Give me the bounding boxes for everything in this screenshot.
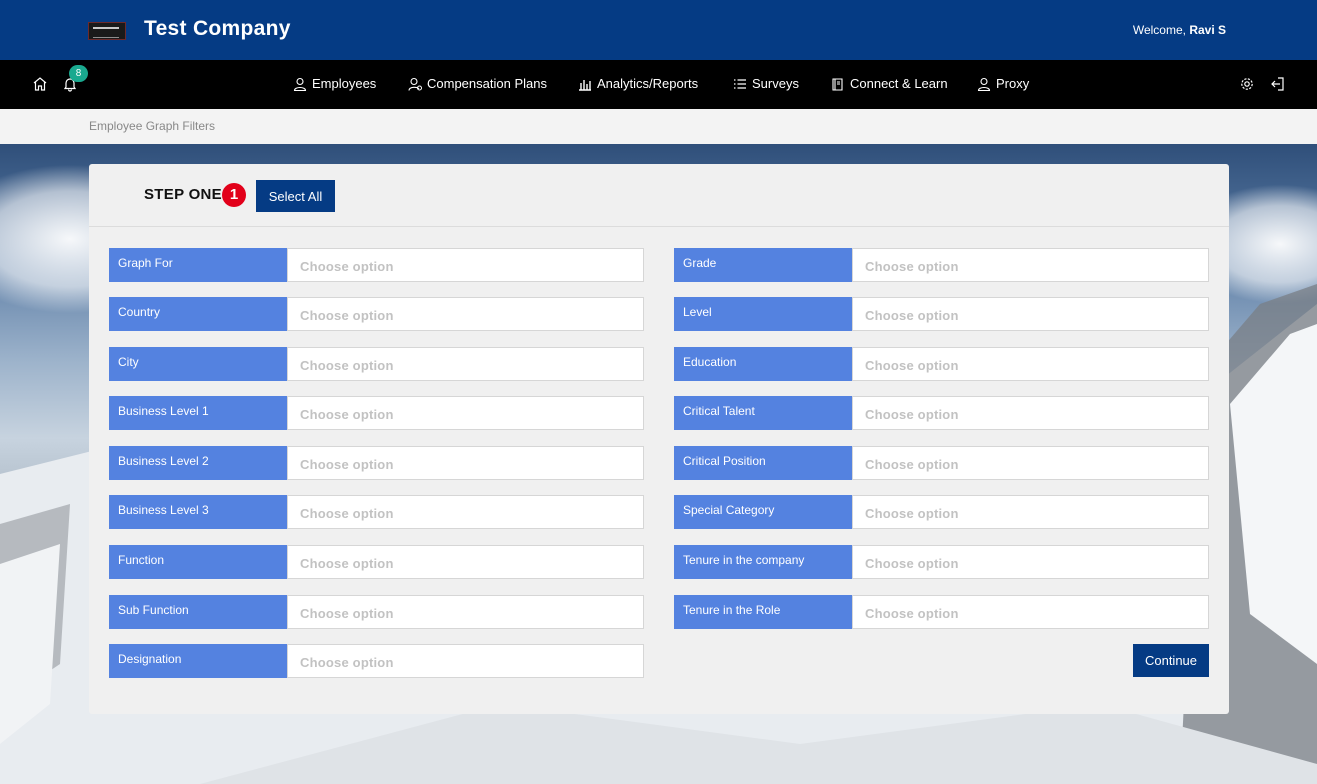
- grade-select[interactable]: Choose option: [852, 248, 1209, 282]
- filter-tenure-in-role: Tenure in the Role Choose option: [674, 595, 1209, 629]
- nav-item-surveys[interactable]: Surveys: [733, 76, 799, 91]
- filter-education: Education Choose option: [674, 347, 1209, 381]
- field-label: Grade: [674, 248, 852, 282]
- nav-item-proxy[interactable]: Proxy: [977, 76, 1029, 91]
- critical-talent-select[interactable]: Choose option: [852, 396, 1209, 430]
- city-select[interactable]: Choose option: [287, 347, 644, 381]
- card-header: STEP ONE 1 Select All: [89, 164, 1229, 227]
- book-icon: [832, 77, 843, 91]
- company-logo[interactable]: [88, 22, 126, 40]
- step-number-badge: 1: [222, 183, 246, 207]
- field-label: Graph For: [109, 248, 287, 282]
- field-label: Level: [674, 297, 852, 331]
- sub-function-select[interactable]: Choose option: [287, 595, 644, 629]
- nav-item-label: Compensation Plans: [427, 76, 547, 91]
- business-level-3-select[interactable]: Choose option: [287, 495, 644, 529]
- top-header: Test Company Welcome, Ravi S: [0, 0, 1317, 60]
- filter-business-level-2: Business Level 2 Choose option: [109, 446, 644, 480]
- filter-designation: Designation Choose option: [109, 644, 644, 678]
- nav-item-analytics-reports[interactable]: Analytics/Reports: [578, 76, 698, 91]
- nav-item-compensation-plans[interactable]: Compensation Plans: [408, 76, 547, 91]
- nav-item-label: Surveys: [752, 76, 799, 91]
- filter-level: Level Choose option: [674, 297, 1209, 331]
- nav-item-label: Connect & Learn: [850, 76, 948, 91]
- filter-business-level-3: Business Level 3 Choose option: [109, 495, 644, 529]
- field-label: Business Level 1: [109, 396, 287, 430]
- filter-country: Country Choose option: [109, 297, 644, 331]
- education-select[interactable]: Choose option: [852, 347, 1209, 381]
- business-level-2-select[interactable]: Choose option: [287, 446, 644, 480]
- critical-position-select[interactable]: Choose option: [852, 446, 1209, 480]
- business-level-1-select[interactable]: Choose option: [287, 396, 644, 430]
- user-money-icon: [408, 77, 422, 91]
- filter-critical-position: Critical Position Choose option: [674, 446, 1209, 480]
- nav-item-label: Analytics/Reports: [597, 76, 699, 91]
- tenure-in-role-select[interactable]: Choose option: [852, 595, 1209, 629]
- field-label: Business Level 3: [109, 495, 287, 529]
- graph-for-select[interactable]: Choose option: [287, 248, 644, 282]
- field-label: Education: [674, 347, 852, 381]
- field-label: City: [109, 347, 287, 381]
- special-category-select[interactable]: Choose option: [852, 495, 1209, 529]
- filter-card: STEP ONE 1 Select All Graph For Choose o…: [89, 164, 1229, 714]
- field-label: Function: [109, 545, 287, 579]
- nav-item-label: Employees: [312, 76, 377, 91]
- filter-sub-function: Sub Function Choose option: [109, 595, 644, 629]
- filter-grade: Grade Choose option: [674, 248, 1209, 282]
- function-select[interactable]: Choose option: [287, 545, 644, 579]
- filter-city: City Choose option: [109, 347, 644, 381]
- user-icon: [293, 77, 307, 91]
- breadcrumb: Employee Graph Filters: [89, 119, 216, 133]
- list-icon: [734, 78, 746, 89]
- field-label: Business Level 2: [109, 446, 287, 480]
- nav-item-label: Proxy: [996, 76, 1030, 91]
- breadcrumb-bar: Employee Graph Filters: [0, 109, 1317, 144]
- select-all-button[interactable]: Select All: [256, 180, 335, 212]
- nav-item-employees[interactable]: Employees: [293, 76, 376, 91]
- nav-item-connect-learn[interactable]: Connect & Learn: [831, 76, 948, 91]
- nav-menu: Employees Compensation Plans Analytics/R…: [0, 60, 1317, 109]
- user-name[interactable]: Ravi S: [1189, 23, 1226, 37]
- country-select[interactable]: Choose option: [287, 297, 644, 331]
- continue-button[interactable]: Continue: [1133, 644, 1209, 677]
- filter-special-category: Special Category Choose option: [674, 495, 1209, 529]
- field-label: Designation: [109, 644, 287, 678]
- level-select[interactable]: Choose option: [852, 297, 1209, 331]
- tenure-in-company-select[interactable]: Choose option: [852, 545, 1209, 579]
- bar-chart-icon: [579, 79, 591, 91]
- filter-tenure-in-company: Tenure in the company Choose option: [674, 545, 1209, 579]
- field-label: Critical Talent: [674, 396, 852, 430]
- filter-graph-for: Graph For Choose option: [109, 248, 644, 282]
- company-name: Test Company: [144, 17, 291, 40]
- field-label: Sub Function: [109, 595, 287, 629]
- welcome-text: Welcome, Ravi S: [1133, 23, 1226, 37]
- field-label: Tenure in the company: [674, 545, 852, 579]
- filter-business-level-1: Business Level 1 Choose option: [109, 396, 644, 430]
- field-label: Special Category: [674, 495, 852, 529]
- welcome-prefix: Welcome,: [1132, 23, 1186, 37]
- field-label: Country: [109, 297, 287, 331]
- filter-critical-talent: Critical Talent Choose option: [674, 396, 1209, 430]
- designation-select[interactable]: Choose option: [287, 644, 644, 678]
- field-label: Tenure in the Role: [674, 595, 852, 629]
- user-icon: [977, 77, 991, 91]
- filter-function: Function Choose option: [109, 545, 644, 579]
- step-title: STEP ONE: [144, 186, 222, 203]
- field-label: Critical Position: [674, 446, 852, 480]
